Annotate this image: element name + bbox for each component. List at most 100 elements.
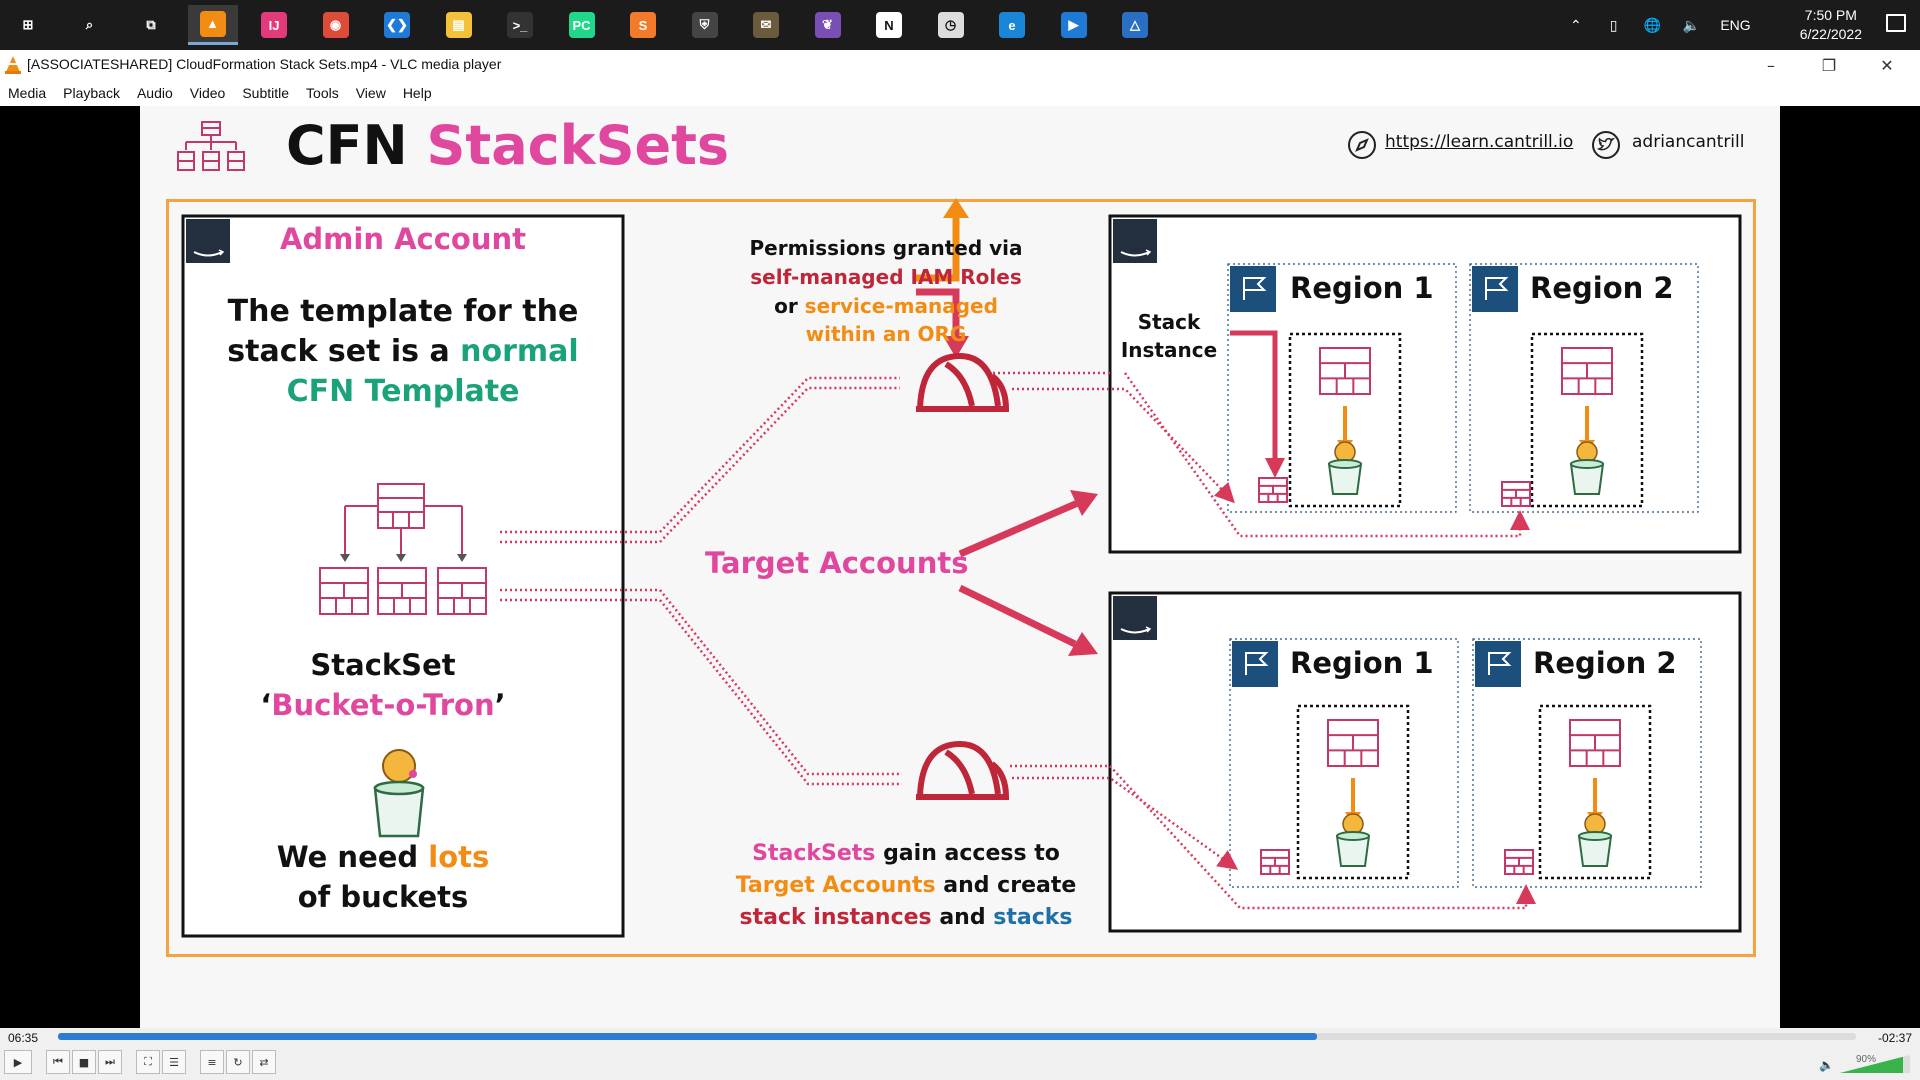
playlist-icon[interactable]: ≡: [200, 1050, 224, 1074]
taskbar-media-player-icon[interactable]: ▶: [1049, 5, 1099, 45]
seek-bar[interactable]: [58, 1033, 1856, 1040]
volume-slider[interactable]: 90%: [1840, 1052, 1912, 1074]
menu-view[interactable]: View: [356, 85, 386, 101]
bottom-line1: StackSets gain access to: [726, 841, 1086, 866]
play-button[interactable]: ▶: [4, 1050, 32, 1074]
menu-subtitle[interactable]: Subtitle: [242, 85, 289, 101]
vlc-glyph: ▲: [199, 10, 226, 37]
taskbar-notion-icon[interactable]: N: [864, 5, 914, 45]
stackset-label: StackSet: [310, 648, 456, 682]
pycharm-glyph: PC: [568, 12, 595, 38]
remaining-time: -02:37: [1877, 1031, 1912, 1045]
taskbar-task-view-icon[interactable]: ⧉: [126, 5, 176, 45]
target-account-1-box: [1108, 214, 1742, 554]
account1-region2-label: Region 2: [1530, 271, 1674, 305]
chevron-up-icon[interactable]: ⌃: [1570, 17, 1582, 34]
system-tray: ⌃ ▯ 🌐 🔈 ENG: [1570, 0, 1751, 50]
menu-tools[interactable]: Tools: [306, 85, 339, 101]
shuffle-icon[interactable]: ⇄: [252, 1050, 276, 1074]
vscode-glyph: ❮❯: [384, 12, 410, 38]
account2-region1-label: Region 1: [1290, 646, 1434, 680]
menu-bar: Media Playback Audio Video Subtitle Tool…: [0, 80, 1920, 106]
network-icon[interactable]: 🌐: [1643, 17, 1660, 34]
menu-audio[interactable]: Audio: [137, 85, 173, 101]
loop-icon[interactable]: ↻: [226, 1050, 250, 1074]
minimize-button[interactable]: –: [1742, 50, 1800, 80]
taskbar-vscode-icon[interactable]: ❮❯: [372, 5, 422, 45]
bottom-line3: stack instances and stacks: [726, 905, 1086, 930]
need-buckets-lots: lots: [428, 840, 490, 874]
target-accounts-label: Target Accounts: [705, 546, 969, 580]
security-glyph: ⛨: [691, 12, 718, 38]
taskbar-app-13-icon[interactable]: ✉: [741, 5, 791, 45]
clock-time: 7:50 PM: [1804, 7, 1857, 23]
permissions-line4: within an ORG: [805, 322, 967, 346]
permissions-or: or: [774, 294, 798, 318]
search-glyph: ⌕: [85, 17, 94, 32]
taskbar-security-icon[interactable]: ⛨: [680, 5, 730, 45]
taskbar-chrome-icon[interactable]: ◉: [311, 5, 361, 45]
aws-logo-icon: [1113, 596, 1157, 640]
permissions-service-managed: service-managed: [804, 294, 998, 318]
restore-button[interactable]: ❐: [1800, 50, 1858, 80]
bottom-line2: Target Accounts and create: [726, 873, 1086, 898]
extended-settings-icon[interactable]: ☰: [162, 1050, 186, 1074]
need-buckets-line2: of buckets: [297, 880, 469, 914]
taskbar-file-explorer-icon[interactable]: ▤: [434, 5, 484, 45]
need-buckets-line1: We need lots: [183, 840, 583, 874]
account1-region1-label: Region 1: [1290, 271, 1434, 305]
taskbar-start-icon[interactable]: ⊞: [3, 5, 53, 45]
stack-instance-label-2: Instance: [1120, 338, 1218, 362]
stop-icon[interactable]: ■: [72, 1050, 96, 1074]
close-button[interactable]: ✕: [1858, 50, 1916, 80]
taskbar-pycharm-icon[interactable]: PC: [557, 5, 607, 45]
taskbar-vlc-icon[interactable]: ▲: [187, 5, 238, 45]
aws-logo-icon: [1113, 219, 1157, 263]
admin-template-line2: stack set is a normal: [183, 334, 623, 369]
window-title: [ASSOCIATESHARED] CloudFormation Stack S…: [27, 56, 502, 72]
battery-icon[interactable]: ▯: [1610, 17, 1618, 34]
permissions-line3: or service-managed: [736, 294, 1036, 318]
notion-glyph: N: [876, 12, 902, 38]
taskbar-sublime-icon[interactable]: S: [618, 5, 668, 45]
bottom-and-create: and create: [943, 873, 1077, 898]
elapsed-time: 06:35: [8, 1031, 39, 1045]
task-view-glyph: ⧉: [146, 17, 156, 32]
vlc-cone-icon: [5, 56, 21, 74]
language-indicator[interactable]: ENG: [1720, 17, 1750, 33]
stackset-name: ‘Bucket-o-Tron’: [183, 688, 583, 722]
menu-help[interactable]: Help: [403, 85, 432, 101]
notifications-icon[interactable]: [1886, 14, 1906, 32]
next-icon[interactable]: ⏭: [98, 1050, 122, 1074]
taskbar-clock-app-icon[interactable]: ◷: [926, 5, 976, 45]
admin-template-line1: The template for the: [227, 294, 579, 329]
taskbar-edge-icon[interactable]: e: [987, 5, 1037, 45]
volume-icon[interactable]: 🔈: [1683, 17, 1700, 34]
fullscreen-icon[interactable]: ⛶: [136, 1050, 160, 1074]
app-14-glyph: ❦: [814, 12, 841, 38]
sublime-glyph: S: [630, 12, 656, 38]
region-flag-icon: [1230, 266, 1276, 312]
taskbar-photos-icon[interactable]: △: [1110, 5, 1160, 45]
video-area[interactable]: CFN StackSets https://learn.cantrill.io …: [0, 106, 1920, 1028]
app-13-glyph: ✉: [753, 12, 779, 38]
seek-progress: [58, 1033, 1317, 1040]
menu-video[interactable]: Video: [190, 85, 226, 101]
iam-role-helmet-icon: [916, 352, 1010, 412]
bottom-target-accounts: Target Accounts: [735, 873, 936, 898]
admin-account-heading: Admin Account: [279, 222, 526, 256]
taskbar-app-14-icon[interactable]: ❦: [803, 5, 853, 45]
region-flag-icon: [1232, 641, 1278, 687]
taskbar-intellij-icon[interactable]: IJ: [249, 5, 299, 45]
region-flag-icon: [1472, 266, 1518, 312]
menu-playback[interactable]: Playback: [63, 85, 120, 101]
mute-icon[interactable]: 🔈: [1819, 1058, 1834, 1072]
taskbar-terminal-icon[interactable]: >_: [495, 5, 545, 45]
windows-taskbar: ⊞ ⌕ ⧉ ▲ IJ ◉ ❮❯ ▤ >_ PC S ⛨ ✉ ❦ N ◷ e ▶ △ ⌃ ▯ 🌐 🔈 ENG 7:50…: [0, 0, 1920, 50]
media-player-glyph: ▶: [1060, 12, 1087, 38]
previous-icon[interactable]: ⏮: [46, 1050, 70, 1074]
taskbar-search-icon[interactable]: ⌕: [65, 5, 115, 45]
quote-open: ‘: [260, 688, 272, 722]
taskbar-clock[interactable]: 7:50 PM 6/22/2022: [1800, 6, 1862, 44]
menu-media[interactable]: Media: [8, 85, 46, 101]
